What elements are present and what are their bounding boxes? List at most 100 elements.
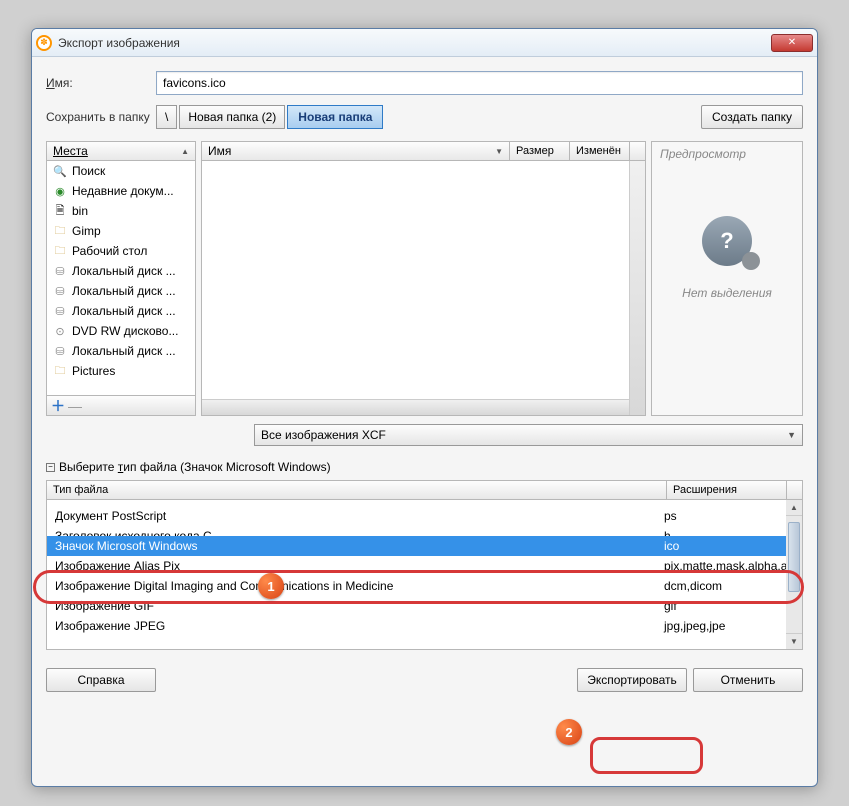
drive-icon: ⛁: [53, 264, 67, 278]
path-root-button[interactable]: \: [156, 105, 177, 129]
dialog-body: Имя: Сохранить в папку \ Новая папка (2)…: [32, 57, 817, 706]
place-label: Локальный диск ...: [72, 284, 176, 298]
scrollbar-vertical[interactable]: [629, 161, 645, 415]
annotation-badge-2: 2: [556, 719, 582, 745]
dvd-icon: ⊙: [53, 324, 67, 338]
export-button[interactable]: Экспортировать: [577, 668, 687, 692]
savein-row: Сохранить в папку \ Новая папка (2) Нова…: [46, 105, 803, 129]
filetype-toggle-label: Выберите тип файла (Значок Microsoft Win…: [59, 460, 331, 474]
place-label: Gimp: [72, 224, 101, 238]
scroll-up-icon[interactable]: ▲: [786, 500, 802, 516]
places-panel: Места ▲ 🔍 Поиск ◉ Недавние докум... 🗎 bin 🗀…: [46, 141, 196, 416]
col-modified[interactable]: Изменён: [570, 141, 630, 161]
filetype-toggle[interactable]: − Выберите тип файла (Значок Microsoft W…: [46, 458, 803, 476]
col-size[interactable]: Размер: [510, 141, 570, 161]
place-bin[interactable]: 🗎 bin: [47, 201, 195, 221]
filetype-list[interactable]: Документ PostScriptps Заголовок исходног…: [46, 500, 803, 650]
place-dvd[interactable]: ⊙DVD RW дисково...: [47, 321, 195, 341]
place-recent[interactable]: ◉ Недавние докум...: [47, 181, 195, 201]
app-icon: ✽: [36, 35, 52, 51]
filter-row: Все изображения XCF ▼: [46, 424, 803, 446]
filetype-row[interactable]: Изображение GIFgif: [47, 596, 802, 616]
ft-ext: ps: [664, 509, 794, 523]
place-drive[interactable]: ⛁Локальный диск ...: [47, 341, 195, 361]
filetype-row[interactable]: Заголовок исходного кода Сh: [47, 526, 802, 536]
filename-input[interactable]: [156, 71, 803, 95]
scrollbar-horizontal[interactable]: [202, 399, 629, 415]
filetype-row[interactable]: Документ PostScriptps: [47, 506, 802, 526]
ft-type: Заголовок исходного кода С: [55, 529, 664, 533]
place-drive[interactable]: ⛁ Локальный диск ...: [47, 281, 195, 301]
scroll-thumb[interactable]: [788, 522, 800, 592]
window-title: Экспорт изображения: [58, 36, 771, 50]
search-icon: 🔍: [53, 164, 67, 178]
collapse-icon: −: [46, 463, 55, 472]
ft-ext: pix,matte,mask,alpha,als: [664, 559, 794, 573]
file-list[interactable]: [201, 161, 646, 416]
filetype-headers: Тип файла Расширения: [46, 480, 803, 500]
filetype-row[interactable]: Изображение JPEGjpg,jpeg,jpe: [47, 616, 802, 636]
col-extensions[interactable]: Расширения: [667, 480, 787, 500]
folder-icon: 🗀: [53, 364, 67, 378]
place-gimp[interactable]: 🗀 Gimp: [47, 221, 195, 241]
ft-ext: gif: [664, 599, 794, 613]
places-header-label: Места: [53, 144, 88, 158]
places-header[interactable]: Места ▲: [46, 141, 196, 161]
place-label: Поиск: [72, 164, 105, 178]
chevron-up-icon: ▲: [181, 147, 189, 156]
recent-icon: ◉: [53, 184, 67, 198]
col-name[interactable]: Имя▼: [201, 141, 510, 161]
places-toolbar: ＋ —: [46, 396, 196, 416]
col-filetype[interactable]: Тип файла: [46, 480, 667, 500]
name-label: Имя:: [46, 76, 156, 90]
places-list[interactable]: 🔍 Поиск ◉ Недавние докум... 🗎 bin 🗀 Gimp 🗀Ра…: [46, 161, 196, 396]
filetype-scrollbar[interactable]: ▲ ▼: [786, 500, 802, 649]
chevron-down-icon: ▼: [787, 430, 796, 440]
place-label: Pictures: [72, 364, 115, 378]
place-drive[interactable]: ⛁ Локальный диск ...: [47, 261, 195, 281]
drive-icon: ⛁: [53, 344, 67, 358]
ft-type: Изображение Alias Pix: [55, 559, 664, 573]
file-headers: Имя▼ Размер Изменён: [201, 141, 646, 161]
ft-ext: h: [664, 529, 794, 533]
filetype-row-selected[interactable]: Значок Microsoft Windowsico: [47, 536, 802, 556]
filetype-filter-select[interactable]: Все изображения XCF ▼: [254, 424, 803, 446]
place-pictures[interactable]: 🗀 Pictures: [47, 361, 195, 381]
name-row: Имя:: [46, 71, 803, 95]
ft-ext: jpg,jpeg,jpe: [664, 619, 794, 633]
file-panel: Имя▼ Размер Изменён: [201, 141, 646, 416]
place-label: Недавние докум...: [72, 184, 174, 198]
preview-panel: Предпросмотр ? Нет выделения: [651, 141, 803, 416]
folder-icon: 🗀: [53, 224, 67, 238]
content-area: Места ▲ 🔍 Поиск ◉ Недавние докум... 🗎 bin 🗀…: [46, 141, 803, 416]
place-search[interactable]: 🔍 Поиск: [47, 161, 195, 181]
cancel-button[interactable]: Отменить: [693, 668, 803, 692]
bottom-bar: Справка Экспортировать Отменить: [46, 668, 803, 692]
place-desktop[interactable]: 🗀Рабочий стол: [47, 241, 195, 261]
filetype-row[interactable]: Изображение Digital Imaging and Communic…: [47, 576, 802, 596]
breadcrumb-seg-1[interactable]: Новая папка (2): [179, 105, 285, 129]
ft-type: Изображение JPEG: [55, 619, 664, 633]
remove-place-button[interactable]: —: [68, 398, 82, 414]
col-scroll-spacer: [630, 141, 646, 161]
place-drive[interactable]: ⛁Локальный диск ...: [47, 301, 195, 321]
file-icon: 🗎: [53, 204, 67, 218]
ft-type: Изображение GIF: [55, 599, 664, 613]
filetype-section: − Выберите тип файла (Значок Microsoft W…: [46, 458, 803, 650]
ft-type: Документ PostScript: [55, 509, 664, 523]
place-label: bin: [72, 204, 88, 218]
add-place-button[interactable]: ＋: [51, 396, 65, 416]
drive-icon: ⛁: [53, 284, 67, 298]
scroll-down-icon[interactable]: ▼: [786, 633, 802, 649]
ft-type: Изображение Digital Imaging and Communic…: [55, 579, 664, 593]
breadcrumb-seg-current[interactable]: Новая папка: [287, 105, 383, 129]
help-button[interactable]: Справка: [46, 668, 156, 692]
create-folder-button[interactable]: Создать папку: [701, 105, 803, 129]
close-button[interactable]: ✕: [771, 34, 813, 52]
chevron-down-icon: ▼: [495, 147, 503, 156]
export-dialog: ✽ Экспорт изображения ✕ Имя: Сохранить в…: [31, 28, 818, 787]
place-label: Локальный диск ...: [72, 264, 176, 278]
savein-label: Сохранить в папку: [46, 110, 156, 124]
filetype-row[interactable]: Изображение Alias Pixpix,matte,mask,alph…: [47, 556, 802, 576]
titlebar[interactable]: ✽ Экспорт изображения ✕: [32, 29, 817, 57]
